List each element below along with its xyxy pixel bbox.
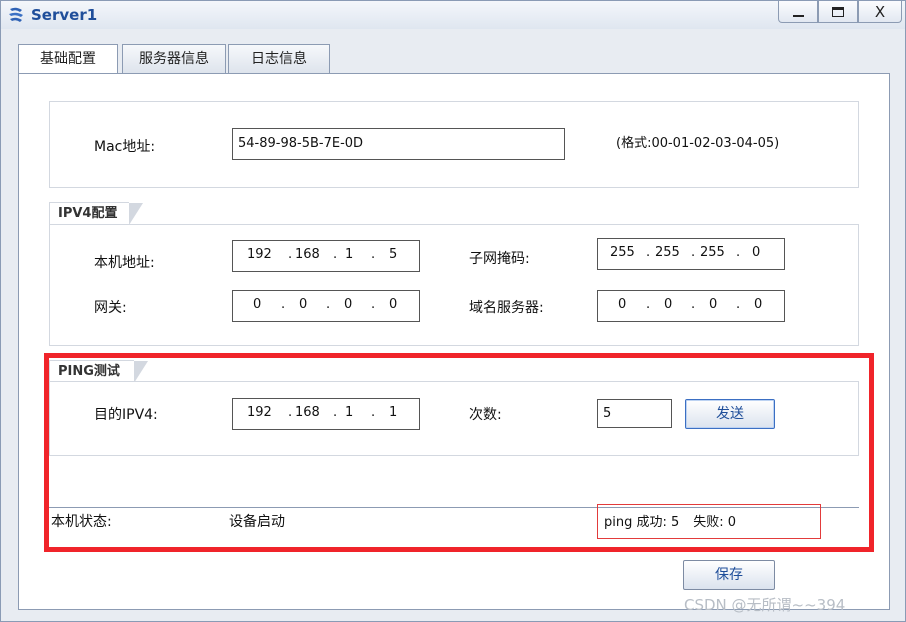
octet: 5 bbox=[389, 247, 398, 262]
server-app-icon bbox=[9, 7, 23, 22]
maximize-icon bbox=[832, 6, 844, 17]
server-window: Server1 X 基础配置 服务器信息 日志信息 Mac地址: 54-89-9… bbox=[0, 0, 906, 622]
gateway-label: 网关: bbox=[94, 300, 127, 316]
octet: 0 bbox=[754, 297, 763, 312]
subnet-mask-label: 子网掩码: bbox=[469, 251, 530, 267]
gateway-input[interactable]: 0 . 0 . 0 . 0 bbox=[232, 290, 420, 322]
window-title: Server1 bbox=[31, 6, 98, 24]
mac-format-hint: (格式:00-01-02-03-04-05) bbox=[616, 136, 780, 151]
dns-server-input[interactable]: 0 . 0 . 0 . 0 bbox=[597, 290, 785, 322]
dest-ipv4-label: 目的IPV4: bbox=[94, 407, 158, 423]
octet: 192 bbox=[247, 405, 272, 420]
close-icon: X bbox=[874, 2, 886, 21]
local-address-label: 本机地址: bbox=[94, 255, 155, 271]
dest-ipv4-input[interactable]: 192 . 168 . 1 . 1 bbox=[232, 398, 420, 430]
save-button[interactable]: 保存 bbox=[683, 560, 775, 590]
watermark: CSDN @无所谓~~394 bbox=[684, 596, 846, 614]
octet: 192 bbox=[247, 247, 272, 262]
ping-result: ping 成功: 5 失败: 0 bbox=[604, 511, 750, 530]
local-address-input[interactable]: 192 . 168 . 1 . 5 bbox=[232, 240, 420, 272]
ping-fail-count: 失败: 0 bbox=[693, 515, 737, 530]
tab-server-info[interactable]: 服务器信息 bbox=[122, 44, 226, 74]
octet: 0 bbox=[299, 297, 308, 312]
octet: 0 bbox=[664, 297, 673, 312]
tab-log-info[interactable]: 日志信息 bbox=[228, 44, 330, 74]
octet: 168 bbox=[295, 247, 320, 262]
send-button[interactable]: 发送 bbox=[685, 399, 775, 429]
close-button[interactable]: X bbox=[858, 1, 902, 23]
tab-basic-config[interactable]: 基础配置 bbox=[18, 44, 118, 75]
octet: 0 bbox=[752, 245, 761, 260]
octet: 168 bbox=[295, 405, 320, 420]
octet: 0 bbox=[709, 297, 718, 312]
octet: 1 bbox=[345, 247, 354, 262]
minimize-button[interactable] bbox=[778, 1, 818, 23]
octet: 1 bbox=[389, 405, 398, 420]
mac-label: Mac地址: bbox=[94, 139, 156, 155]
octet: 1 bbox=[345, 405, 354, 420]
octet: 0 bbox=[253, 297, 262, 312]
dns-server-label: 域名服务器: bbox=[469, 300, 544, 316]
minimize-icon bbox=[792, 14, 804, 17]
octet: 0 bbox=[389, 297, 398, 312]
title-bar[interactable]: Server1 X bbox=[1, 1, 905, 29]
ping-count-input[interactable]: 5 bbox=[597, 399, 672, 428]
octet: 0 bbox=[344, 297, 353, 312]
maximize-button[interactable] bbox=[818, 1, 858, 23]
subnet-mask-input[interactable]: 255 . 255 . 255 . 0 bbox=[597, 238, 785, 270]
octet: 255 bbox=[700, 245, 725, 260]
device-status-value: 设备启动 bbox=[229, 514, 285, 530]
status-divider bbox=[49, 507, 859, 508]
ping-count-label: 次数: bbox=[469, 407, 502, 423]
octet: 255 bbox=[610, 245, 635, 260]
ping-success-count: ping 成功: 5 bbox=[604, 515, 680, 530]
device-status-label: 本机状态: bbox=[51, 514, 112, 530]
mac-address-input[interactable]: 54-89-98-5B-7E-0D bbox=[232, 128, 565, 160]
ipv4-legend: IPV4配置 bbox=[49, 202, 143, 225]
octet: 0 bbox=[618, 297, 627, 312]
ping-legend: PING测试 bbox=[49, 360, 148, 383]
octet: 255 bbox=[655, 245, 680, 260]
basic-config-panel: Mac地址: 54-89-98-5B-7E-0D (格式:00-01-02-03… bbox=[18, 73, 890, 610]
